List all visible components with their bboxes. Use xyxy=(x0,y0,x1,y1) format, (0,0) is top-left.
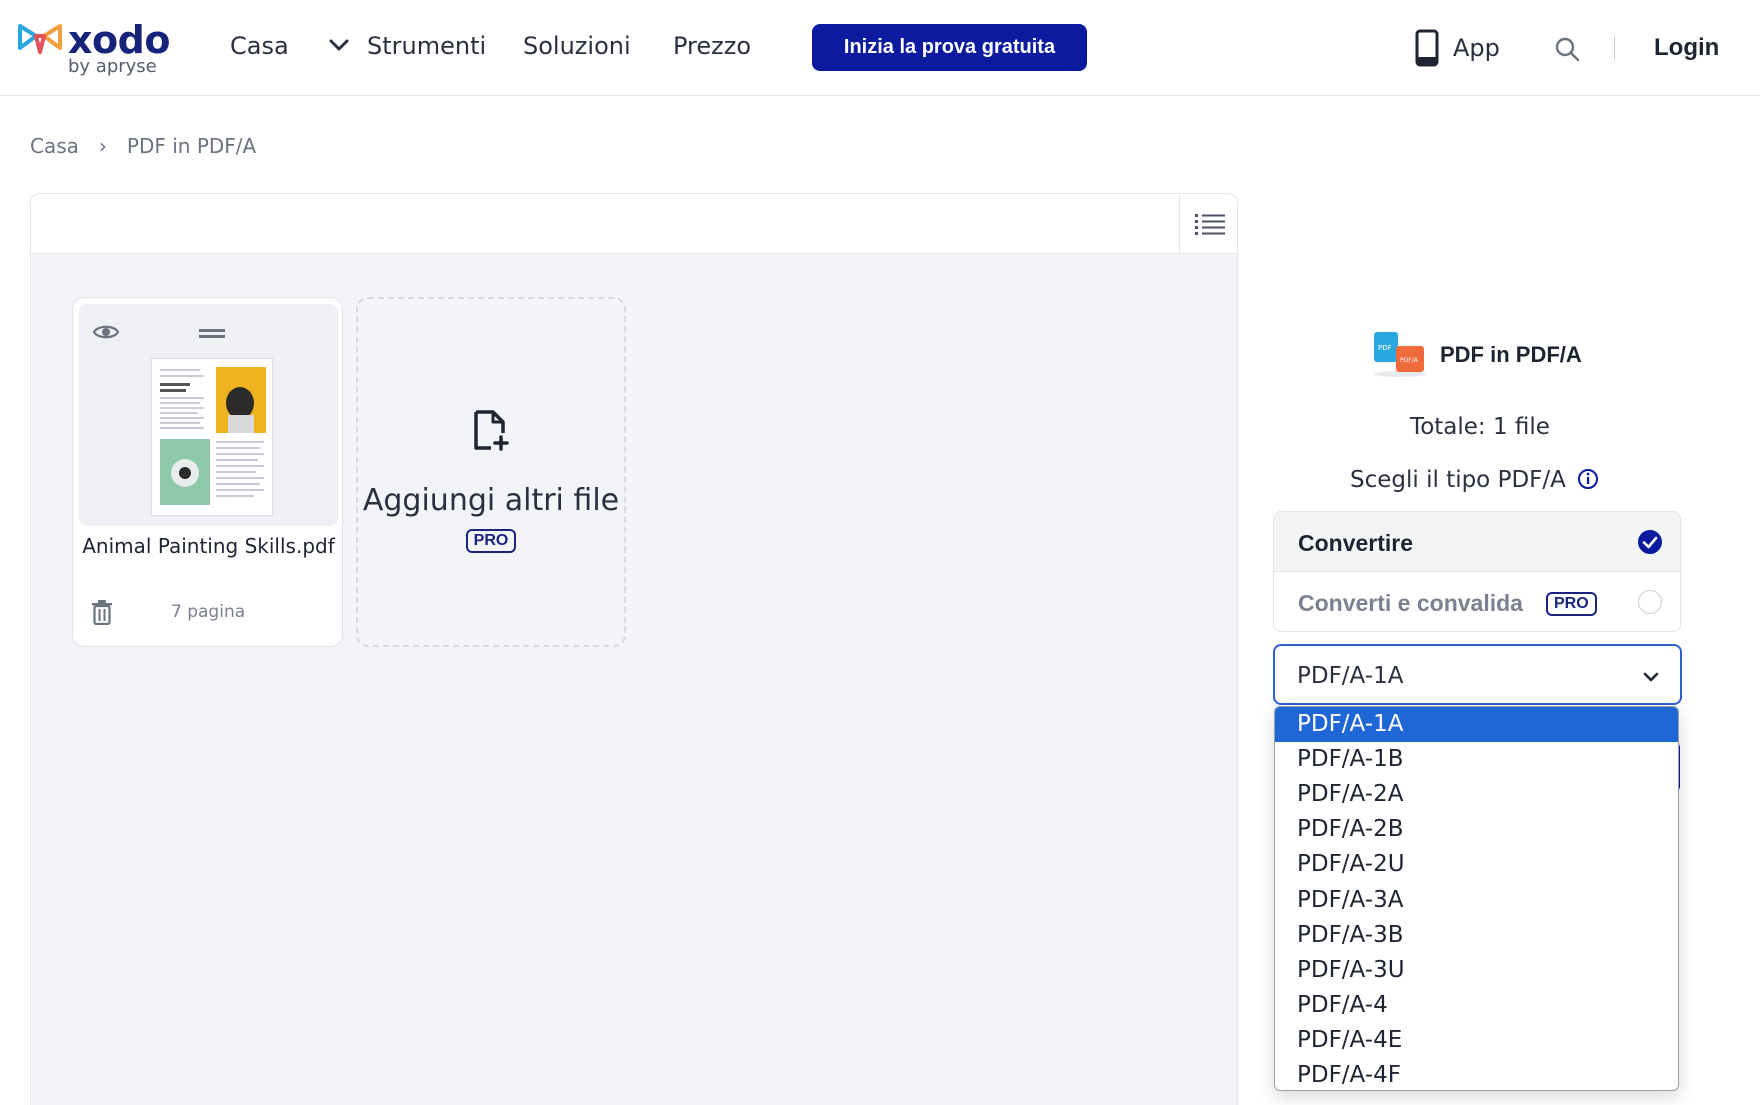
dropdown-option[interactable]: PDF/A-3A xyxy=(1275,883,1678,918)
app-link[interactable]: App xyxy=(1415,28,1500,68)
pdf-page-thumbnail xyxy=(151,358,273,516)
nav-casa[interactable]: Casa xyxy=(230,32,289,60)
pro-badge: PRO xyxy=(465,529,517,553)
top-header: xodo by apryse Casa Strumenti Soluzioni … xyxy=(0,0,1760,96)
option-convert[interactable]: Convertire xyxy=(1274,512,1680,572)
conversion-options: Convertire Converti e convalida PRO xyxy=(1273,511,1681,632)
option-convert-label: Convertire xyxy=(1298,530,1414,556)
file-add-icon xyxy=(474,410,509,451)
file-thumbnail-area xyxy=(79,304,338,526)
list-icon xyxy=(1194,214,1225,235)
option-convert-validate[interactable]: Converti e convalida PRO xyxy=(1274,572,1680,631)
dropdown-option[interactable]: PDF/A-4E xyxy=(1275,1023,1678,1058)
breadcrumb-current: PDF in PDF/A xyxy=(126,134,257,158)
eye-icon[interactable] xyxy=(93,322,119,342)
dropdown-option[interactable]: PDF/A-3U xyxy=(1275,953,1678,988)
add-files-pro-wrapper: PRO xyxy=(358,529,624,553)
search-icon[interactable] xyxy=(1554,36,1580,62)
chevron-down-icon xyxy=(1643,672,1659,682)
breadcrumb: Casa › PDF in PDF/A xyxy=(30,134,256,158)
dropdown-option[interactable]: PDF/A-2B xyxy=(1275,812,1678,847)
svg-text:PDF: PDF xyxy=(1378,344,1392,352)
choose-pdfa-label: Scegli il tipo PDF/A xyxy=(1350,467,1566,493)
drag-handle-icon[interactable] xyxy=(199,328,225,340)
add-files-label: Aggiungi altri file xyxy=(362,483,620,518)
nav-soluzioni[interactable]: Soluzioni xyxy=(523,32,631,60)
xodo-logo[interactable]: xodo by apryse xyxy=(18,18,170,78)
pdfa-type-dropdown: PDF/A-1A PDF/A-1B PDF/A-2A PDF/A-2B PDF/A-2U… xyxy=(1274,706,1679,1091)
free-trial-button[interactable]: Inizia la prova gratuita xyxy=(812,24,1087,71)
pdfa-type-select[interactable]: PDF/A-1A xyxy=(1273,644,1682,705)
dropdown-option[interactable]: PDF/A-4 xyxy=(1275,988,1678,1023)
radio-checked-icon[interactable] xyxy=(1638,530,1662,554)
login-link[interactable]: Login xyxy=(1654,34,1719,62)
dropdown-option[interactable]: PDF/A-4F xyxy=(1275,1058,1678,1090)
option-convert-validate-label: Converti e convalida xyxy=(1298,590,1523,616)
file-workspace: Animal Painting Skills.pdf 7 pagina Aggi… xyxy=(30,193,1238,1105)
breadcrumb-separator-icon: › xyxy=(98,134,107,158)
nav-prezzo[interactable]: Prezzo xyxy=(673,32,751,60)
total-files: Totale: 1 file xyxy=(1410,414,1550,440)
page-preview-image xyxy=(152,359,272,515)
dropdown-option[interactable]: PDF/A-2U xyxy=(1275,847,1678,882)
breadcrumb-home[interactable]: Casa xyxy=(30,134,79,158)
pdf-to-pdfa-icon: PDF PDF/A xyxy=(1374,332,1426,377)
chevron-down-icon[interactable] xyxy=(328,34,350,56)
nav-strumenti[interactable]: Strumenti xyxy=(367,32,486,60)
add-files-dropzone[interactable]: Aggiungi altri file PRO xyxy=(356,297,626,647)
phone-icon xyxy=(1415,29,1439,67)
file-card[interactable]: Animal Painting Skills.pdf 7 pagina xyxy=(72,297,343,647)
workspace-toolbar xyxy=(31,194,1237,254)
tool-title: PDF in PDF/A xyxy=(1440,342,1582,367)
brand-sub: by apryse xyxy=(68,56,157,77)
list-view-button[interactable] xyxy=(1179,194,1237,254)
header-divider xyxy=(1614,36,1615,60)
dropdown-option[interactable]: PDF/A-1A xyxy=(1275,707,1678,742)
file-name: Animal Painting Skills.pdf xyxy=(82,534,335,558)
svg-text:PDF/A: PDF/A xyxy=(1400,357,1419,364)
dropdown-option[interactable]: PDF/A-3B xyxy=(1275,918,1678,953)
dropdown-option[interactable]: PDF/A-1B xyxy=(1275,742,1678,777)
dropdown-option[interactable]: PDF/A-2A xyxy=(1275,777,1678,812)
xodo-logo-icon xyxy=(18,24,62,54)
trash-icon[interactable] xyxy=(91,599,113,625)
page-count: 7 pagina xyxy=(171,602,246,622)
pro-badge: PRO xyxy=(1546,592,1597,616)
info-icon[interactable] xyxy=(1577,468,1599,490)
pdfa-type-value: PDF/A-1A xyxy=(1297,663,1404,689)
radio-unchecked-icon[interactable] xyxy=(1638,590,1662,614)
app-label: App xyxy=(1453,34,1500,62)
